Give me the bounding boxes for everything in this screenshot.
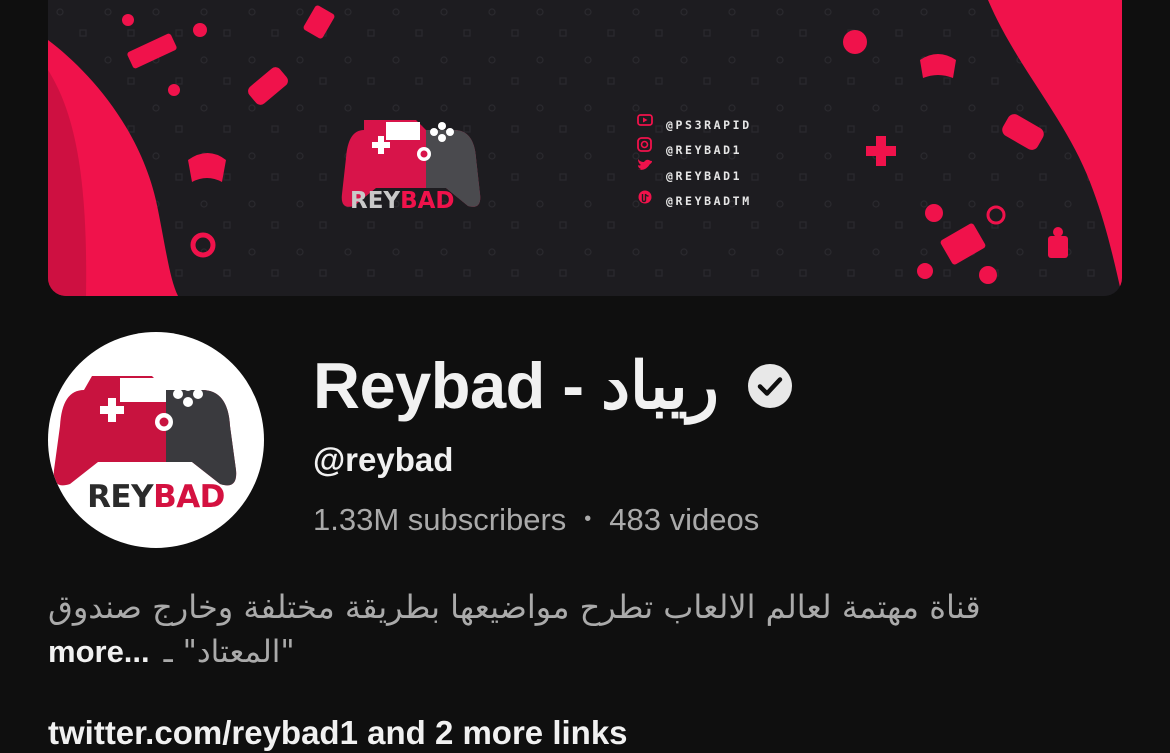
social-instagram: @REYBAD1	[638, 138, 752, 164]
banner-social-handles: @PS3RAPID @REYBAD1 @REYBAD1 @REYBADTM	[638, 112, 752, 214]
channel-avatar[interactable]: REYBAD	[48, 332, 264, 548]
verified-check-icon	[747, 363, 793, 409]
avatar-logo-text: REYBAD	[48, 479, 264, 515]
description-more-link[interactable]: more...	[48, 634, 150, 670]
channel-description-line1[interactable]: قناة مهتمة لعالم الالعاب تطرح مواضيعها ب…	[48, 588, 1048, 626]
social-handle-text: @REYBADTM	[666, 194, 752, 209]
channel-banner[interactable]: REYBAD @PS3RAPID @REYBAD1 @REYBAD1 @REYB…	[48, 0, 1122, 296]
avatar-logo-text-primary: REY	[87, 479, 154, 515]
channel-page: REYBAD @PS3RAPID @REYBAD1 @REYBAD1 @REYB…	[0, 0, 1170, 753]
social-twitter: @REYBAD1	[638, 163, 752, 189]
description-continuation: "المعتاد" ـ	[163, 634, 295, 670]
youtube-icon	[638, 118, 652, 132]
channel-title: Reybad - ريباد	[313, 349, 719, 422]
banner-logo-text-accent: BAD	[400, 188, 455, 214]
banner-logo-text-primary: REY	[350, 188, 401, 214]
channel-handle: @reybad	[313, 441, 454, 478]
channel-title-row: Reybad - ريباد	[313, 346, 793, 426]
instagram-icon	[638, 143, 652, 157]
banner-art	[48, 0, 1122, 296]
channel-links[interactable]: twitter.com/reybad1 and 2 more links	[48, 714, 628, 752]
subscriber-count: 1.33M subscribers	[313, 502, 567, 537]
channel-description-line2[interactable]: more... "المعتاد" ـ	[48, 634, 295, 670]
stats-separator: •	[584, 508, 592, 530]
social-handle-text: @REYBAD1	[666, 168, 743, 183]
tiktok-icon	[638, 194, 652, 208]
social-tiktok: @REYBADTM	[638, 189, 752, 215]
social-handle-text: @PS3RAPID	[666, 117, 752, 132]
twitter-icon	[638, 169, 652, 183]
channel-stats: 1.33M subscribers • 483 videos	[313, 502, 759, 538]
avatar-logo-text-accent: BAD	[153, 479, 225, 515]
social-youtube: @PS3RAPID	[638, 112, 752, 138]
social-handle-text: @REYBAD1	[666, 143, 743, 158]
video-count: 483 videos	[609, 502, 760, 537]
controller-logo-icon	[53, 376, 237, 486]
banner-logo-text: REYBAD	[350, 188, 455, 214]
